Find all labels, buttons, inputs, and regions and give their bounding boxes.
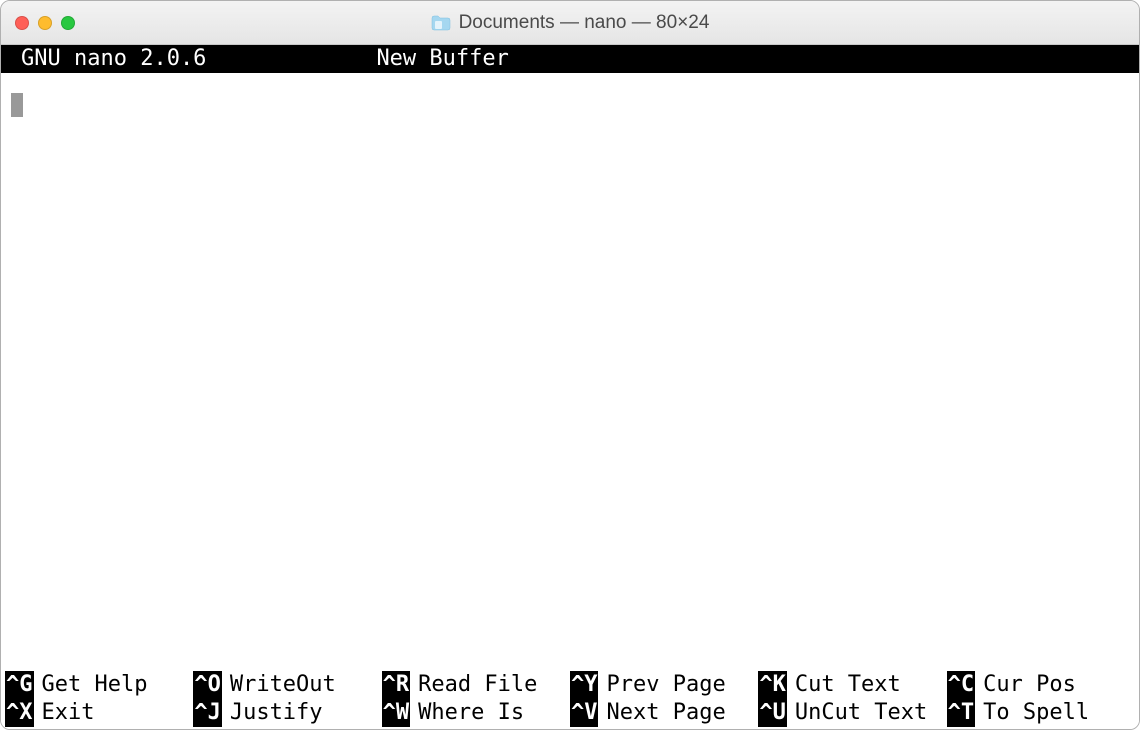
shortcut-get-help: ^G Get Help: [5, 671, 193, 699]
shortcut-label: Justify: [222, 699, 323, 727]
shortcut-label: Where Is: [410, 699, 524, 727]
shortcut-key: ^T: [947, 699, 976, 727]
shortcut-label: WriteOut: [222, 671, 336, 699]
shortcut-to-spell: ^T To Spell: [947, 699, 1135, 727]
shortcut-key: ^Y: [570, 671, 599, 699]
window-title: Documents — nano — 80×24: [459, 12, 710, 34]
shortcut-label: Exit: [34, 699, 95, 727]
shortcut-where-is: ^W Where Is: [382, 699, 570, 727]
shortcut-label: Next Page: [598, 699, 725, 727]
maximize-button[interactable]: [61, 16, 75, 30]
shortcut-key: ^J: [193, 699, 222, 727]
shortcut-label: Prev Page: [598, 671, 725, 699]
shortcut-label: Cut Text: [787, 671, 901, 699]
nano-header: GNU nano 2.0.6 New Buffer: [1, 45, 1139, 73]
close-button[interactable]: [15, 16, 29, 30]
text-cursor: [11, 93, 23, 117]
shortcut-label: Cur Pos: [975, 671, 1076, 699]
editor-area[interactable]: [1, 73, 1139, 671]
shortcut-key: ^K: [758, 671, 787, 699]
window-titlebar: Documents — nano — 80×24: [1, 1, 1139, 45]
folder-icon: [431, 15, 451, 31]
terminal-window: Documents — nano — 80×24 GNU nano 2.0.6 …: [0, 0, 1140, 730]
shortcut-cut-text: ^K Cut Text: [758, 671, 946, 699]
shortcut-key: ^R: [382, 671, 411, 699]
terminal-content[interactable]: GNU nano 2.0.6 New Buffer ^G Get Help ^O…: [1, 45, 1139, 729]
shortcut-label: Read File: [410, 671, 537, 699]
shortcut-writeout: ^O WriteOut: [193, 671, 381, 699]
shortcut-uncut-text: ^U UnCut Text: [758, 699, 946, 727]
shortcut-next-page: ^V Next Page: [570, 699, 758, 727]
minimize-button[interactable]: [38, 16, 52, 30]
shortcut-cur-pos: ^C Cur Pos: [947, 671, 1135, 699]
shortcut-justify: ^J Justify: [193, 699, 381, 727]
title-container: Documents — nano — 80×24: [1, 1, 1139, 44]
shortcut-key: ^W: [382, 699, 411, 727]
nano-version: GNU nano 2.0.6: [5, 45, 206, 73]
shortcut-key: ^U: [758, 699, 787, 727]
shortcut-read-file: ^R Read File: [382, 671, 570, 699]
shortcut-label: To Spell: [975, 699, 1089, 727]
shortcut-exit: ^X Exit: [5, 699, 193, 727]
shortcut-key: ^C: [947, 671, 976, 699]
shortcut-label: UnCut Text: [787, 699, 927, 727]
nano-buffer-name: New Buffer: [206, 45, 1135, 73]
shortcut-key: ^V: [570, 699, 599, 727]
shortcut-prev-page: ^Y Prev Page: [570, 671, 758, 699]
shortcut-key: ^G: [5, 671, 34, 699]
shortcut-label: Get Help: [34, 671, 148, 699]
window-controls: [15, 16, 75, 30]
shortcut-key: ^O: [193, 671, 222, 699]
shortcut-bar: ^G Get Help ^O WriteOut ^R Read File ^Y …: [1, 671, 1139, 729]
shortcut-key: ^X: [5, 699, 34, 727]
